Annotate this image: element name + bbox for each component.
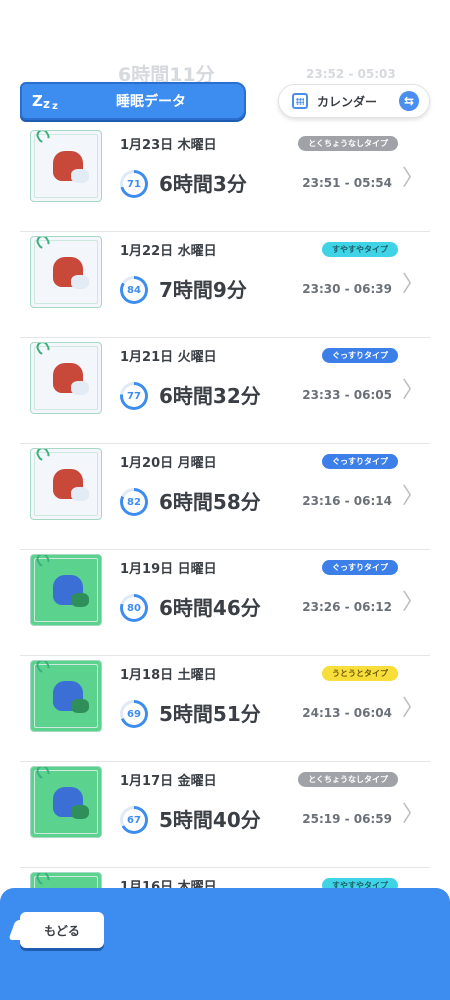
- zzz-icon: Zzz: [32, 92, 58, 112]
- sleep-time-range: 23:33 - 06:05: [302, 388, 392, 402]
- sleep-type-badge: うとうとタイプ: [322, 666, 398, 681]
- sleep-duration: 6時間3分: [159, 172, 247, 196]
- sleep-entry[interactable]: 1月20日 月曜日 ぐっすりタイプ 82 6時間58分 23:16 - 06:1…: [20, 444, 430, 550]
- sleep-score-ring: 82: [120, 488, 148, 516]
- entry-date: 1月22日 水曜日: [120, 244, 217, 259]
- sleep-type-badge: とくちょうなしタイプ: [298, 136, 398, 151]
- sleep-score: 84: [127, 284, 141, 296]
- bottom-bar: もどる: [0, 888, 450, 1000]
- sleep-type-badge: ぐっすりタイプ: [322, 348, 398, 363]
- sleep-time-range: 23:16 - 06:14: [302, 494, 392, 508]
- calendar-button[interactable]: カレンダー ⇆: [278, 84, 430, 118]
- swap-icon: ⇆: [399, 91, 419, 111]
- sleep-entry[interactable]: 1月23日 木曜日 とくちょうなしタイプ 71 6時間3分 23:51 - 05…: [20, 126, 430, 232]
- sleep-score-ring: 80: [120, 594, 148, 622]
- sleep-style-thumbnail: [30, 130, 102, 202]
- sleep-data-tab[interactable]: Zzz 睡眠データ: [20, 82, 246, 120]
- sleep-entry[interactable]: 1月18日 土曜日 うとうとタイプ 69 5時間51分 24:13 - 06:0…: [20, 656, 430, 762]
- sleep-time-range: 23:26 - 06:12: [302, 600, 392, 614]
- sleep-type-badge: ぐっすりタイプ: [322, 454, 398, 469]
- sleep-entry[interactable]: 1月21日 火曜日 ぐっすりタイプ 77 6時間32分 23:33 - 06:0…: [20, 338, 430, 444]
- sleep-style-thumbnail: [30, 342, 102, 414]
- entry-date: 1月21日 火曜日: [120, 350, 217, 365]
- sleep-time-range: 23:30 - 06:39: [302, 282, 392, 296]
- sleep-duration: 6時間46分: [159, 596, 261, 620]
- sleep-score: 82: [127, 496, 141, 508]
- chevron-right-icon: 〉: [401, 484, 424, 509]
- sleep-entry[interactable]: 1月22日 水曜日 すやすやタイプ 84 7時間9分 23:30 - 06:39…: [20, 232, 430, 338]
- sleep-score: 80: [127, 602, 141, 614]
- sleep-score: 77: [127, 390, 141, 402]
- sleep-duration: 5時間51分: [159, 702, 261, 726]
- sleep-score-ring: 69: [120, 700, 148, 728]
- sleep-data-title: 睡眠データ: [116, 94, 186, 110]
- sleep-time-range: 25:19 - 06:59: [302, 812, 392, 826]
- chevron-right-icon: 〉: [401, 590, 424, 615]
- entry-date: 1月17日 金曜日: [120, 774, 217, 789]
- calendar-icon: [292, 93, 308, 109]
- back-label: もどる: [44, 923, 80, 938]
- sleep-duration: 7時間9分: [159, 278, 247, 302]
- sleep-time-range: 23:51 - 05:54: [302, 176, 392, 190]
- sleep-type-badge: とくちょうなしタイプ: [298, 772, 398, 787]
- chevron-right-icon: 〉: [401, 378, 424, 403]
- chevron-right-icon: 〉: [401, 166, 424, 191]
- calendar-label: カレンダー: [317, 94, 378, 109]
- header: Zzz 睡眠データ カレンダー ⇆: [0, 78, 450, 126]
- sleep-style-thumbnail: [30, 766, 102, 838]
- entry-date: 1月23日 木曜日: [120, 138, 217, 153]
- sleep-type-badge: すやすやタイプ: [322, 242, 398, 257]
- sleep-duration: 6時間58分: [159, 490, 261, 514]
- sleep-score-ring: 84: [120, 276, 148, 304]
- sleep-type-badge: ぐっすりタイプ: [322, 560, 398, 575]
- sleep-style-thumbnail: [30, 660, 102, 732]
- sleep-style-thumbnail: [30, 236, 102, 308]
- sleep-score-ring: 77: [120, 382, 148, 410]
- sleep-score-ring: 71: [120, 170, 148, 198]
- chevron-right-icon: 〉: [401, 802, 424, 827]
- sleep-score-ring: 67: [120, 806, 148, 834]
- sleep-style-thumbnail: [30, 554, 102, 626]
- entry-date: 1月19日 日曜日: [120, 562, 217, 577]
- sleep-entry[interactable]: 1月17日 金曜日 とくちょうなしタイプ 67 5時間40分 25:19 - 0…: [20, 762, 430, 868]
- sleep-style-thumbnail: [30, 448, 102, 520]
- chevron-right-icon: 〉: [401, 272, 424, 297]
- sleep-score: 71: [127, 178, 141, 190]
- sleep-entry-list: 1月23日 木曜日 とくちょうなしタイプ 71 6時間3分 23:51 - 05…: [20, 126, 430, 974]
- chevron-right-icon: 〉: [401, 696, 424, 721]
- sleep-duration: 6時間32分: [159, 384, 261, 408]
- back-button[interactable]: もどる: [20, 912, 104, 948]
- sleep-time-range: 24:13 - 06:04: [302, 706, 392, 720]
- sleep-entry[interactable]: 1月19日 日曜日 ぐっすりタイプ 80 6時間46分 23:26 - 06:1…: [20, 550, 430, 656]
- entry-date: 1月18日 土曜日: [120, 668, 217, 683]
- entry-date: 1月20日 月曜日: [120, 456, 217, 471]
- sleep-duration: 5時間40分: [159, 808, 261, 832]
- sleep-score: 67: [127, 814, 141, 826]
- sleep-score: 69: [127, 708, 141, 720]
